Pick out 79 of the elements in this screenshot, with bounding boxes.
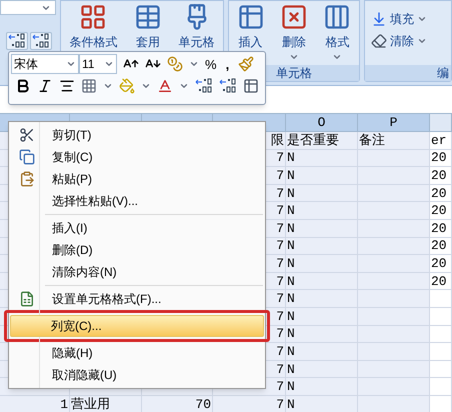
table-cell: 70 (142, 396, 213, 412)
table-cell: N (286, 396, 358, 412)
table-cell: 20 (430, 238, 452, 254)
table-cell: 营业用 (70, 396, 142, 412)
table-cell: 20 (430, 272, 452, 290)
paintbrush-icon[interactable] (238, 56, 254, 72)
fill-down-icon (371, 11, 387, 27)
caret-icon (189, 59, 199, 69)
column-header[interactable]: P (358, 114, 430, 131)
table-cell: N (286, 238, 358, 254)
eraser-icon (371, 33, 387, 49)
delete-cells-icon (280, 3, 308, 31)
table-cell: 备注 (358, 132, 430, 149)
table-cell: N (286, 220, 358, 237)
table-cell: 20 (430, 255, 452, 272)
borders-icon[interactable] (81, 78, 97, 94)
scissors-icon (19, 127, 35, 143)
table-cell: N (286, 202, 358, 219)
table-cell: N (286, 360, 358, 378)
group-label: 编 (365, 65, 451, 81)
bold-icon[interactable] (15, 78, 31, 94)
decrease-decimal-icon[interactable] (32, 33, 50, 49)
caret-icon (332, 52, 342, 62)
ribbon-button[interactable]: 填充 (371, 11, 451, 27)
size-field[interactable]: 11 (79, 54, 117, 74)
caret-icon (179, 81, 189, 91)
increase-decimal-icon[interactable] (8, 33, 26, 49)
table-icon (134, 3, 162, 31)
table-cell: N (286, 343, 358, 360)
table-cell: 7 (213, 396, 286, 412)
insert-cells-icon (236, 3, 265, 31)
caret-icon (417, 14, 427, 24)
ribbon-button[interactable]: 删除 (280, 3, 308, 49)
decrease-decimal-icon[interactable] (219, 78, 237, 94)
caret-icon (104, 59, 114, 69)
conditional-format-icon (79, 3, 108, 31)
ribbon-button[interactable]: 条件格式 (69, 3, 118, 49)
table-cell: N (286, 272, 358, 290)
ribbon-button[interactable]: 清除 (371, 33, 451, 49)
copy-icon (19, 149, 35, 165)
font-color-icon[interactable] (157, 78, 173, 94)
table-cell: N (286, 255, 358, 272)
paste-icon (19, 171, 35, 187)
font-field[interactable]: 宋体 (11, 54, 79, 74)
table-cell: N (286, 308, 358, 325)
merge-cells-icon[interactable] (243, 78, 259, 94)
caret-icon (417, 36, 427, 46)
ribbon-button[interactable]: 格式 (323, 3, 352, 49)
caret-icon (103, 81, 113, 91)
table-cell: 是否重要 (286, 132, 358, 149)
dropdown-field[interactable] (0, 0, 56, 15)
align-center-icon[interactable] (59, 78, 75, 94)
italic-icon[interactable] (37, 78, 53, 94)
fill-color-icon[interactable] (119, 78, 135, 94)
caret-icon (141, 81, 151, 91)
ribbon-button[interactable]: 单元格 (178, 3, 215, 49)
ribbon-button[interactable]: 套用 (134, 3, 162, 49)
table-cell: N (286, 184, 358, 202)
table-cell: N (286, 167, 358, 184)
coins-icon[interactable] (167, 56, 183, 72)
increase-decimal-icon[interactable] (195, 78, 213, 94)
table-cell: 20 (430, 202, 452, 219)
table-cell: N (286, 290, 358, 307)
table-cell: N (286, 150, 358, 166)
table-cell: 20 (430, 167, 452, 184)
format-cells-icon (19, 291, 35, 307)
caret-icon (66, 59, 76, 69)
table-cell: N (286, 378, 358, 395)
column-header[interactable]: O (286, 114, 358, 131)
table-cell: 20 (430, 220, 452, 237)
table-cell: 20 (430, 184, 452, 202)
table-cell: 20 (430, 150, 452, 166)
table-cell: 1 (0, 396, 70, 412)
percent-button[interactable]: % (205, 58, 217, 70)
ribbon-button[interactable]: 插入 (236, 3, 265, 49)
format-cells-icon (323, 3, 352, 31)
caret-icon (288, 52, 299, 62)
table-cell: N (286, 326, 358, 342)
table-cell: er (430, 132, 452, 149)
